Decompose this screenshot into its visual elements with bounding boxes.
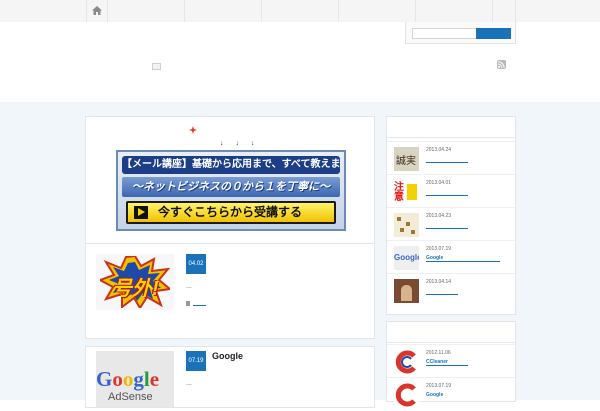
- enroll-button[interactable]: 今すぐこちらから受講する: [126, 201, 336, 224]
- nav-item-6[interactable]: [492, 0, 516, 22]
- search-input[interactable]: [412, 28, 477, 39]
- sidebar-post-date: 2013.07.19: [426, 246, 452, 252]
- sidebar-post-link[interactable]: [426, 294, 458, 295]
- banner-subheadline: 〜ネットビジネスの０から１を丁寧に〜: [122, 177, 340, 197]
- sidebar-post-item[interactable]: 2012.11.06 CCleaner: [387, 344, 515, 378]
- sidebar-thumbnail: [394, 213, 419, 237]
- thumb-mark: [406, 222, 410, 226]
- sidebar-thumbnail: [394, 350, 419, 374]
- sidebar-post-link[interactable]: [426, 195, 468, 196]
- category-link[interactable]: [193, 305, 206, 306]
- top-navigation: [0, 0, 600, 23]
- sidebar-popular-posts: 誠実 2013.04.24 注意 2013.04.01 2013.04.23 G…: [386, 116, 516, 315]
- banner-headline: 【メール講座】基礎から応用まで、すべて教えます！: [122, 156, 340, 174]
- sidebar-post-item[interactable]: 2013.07.19 Google: [387, 377, 515, 411]
- nav-item-1[interactable]: [107, 0, 185, 22]
- main-column: ↓ ↓ ↓ 【メール講座】基礎から応用まで、すべて教えます！ 〜ネットビジネスの…: [85, 116, 375, 408]
- sidebar-heading: [387, 117, 515, 138]
- thumb-mark: [400, 228, 404, 232]
- thumb-mark: [401, 285, 412, 301]
- sidebar-post-item[interactable]: 誠実 2013.04.24: [387, 141, 515, 175]
- header-small-link[interactable]: [152, 63, 161, 70]
- sidebar-post-date: 2013.04.01: [426, 180, 452, 186]
- sidebar-post-item[interactable]: Google 2013.07.19 Google: [387, 240, 515, 274]
- google-logo-text: Google: [96, 367, 160, 391]
- enroll-button-label: 今すぐこちらから受講する: [158, 205, 303, 219]
- warning-mark: [407, 184, 417, 200]
- post-title[interactable]: Google: [212, 351, 243, 361]
- play-icon: [134, 206, 148, 219]
- nav-item-2[interactable]: [184, 0, 262, 22]
- ccleaner-logo: [395, 350, 416, 374]
- extra-edition-text: 号外!: [112, 278, 159, 300]
- post-card: 号外! 04.02 ...: [85, 243, 375, 339]
- post-date-badge: 04.02: [186, 254, 206, 274]
- banner-arrows: ↓ ↓ ↓: [220, 140, 260, 147]
- sidebar-post-link[interactable]: [426, 228, 468, 229]
- spark-icon: [189, 126, 197, 134]
- sidebar-post-item[interactable]: 注意 2013.04.01: [387, 174, 515, 208]
- rss-icon[interactable]: [497, 60, 506, 69]
- sidebar-post-item[interactable]: 2013.04.14: [387, 273, 515, 307]
- sidebar-thumbnail: 注意: [394, 180, 419, 204]
- post-thumbnail[interactable]: Google AdSense: [96, 351, 174, 407]
- sidebar-post-link[interactable]: [426, 162, 468, 163]
- search-box: [405, 22, 516, 44]
- sidebar-post-date: 2013.04.23: [426, 213, 452, 219]
- sidebar-thumbnail: [394, 383, 419, 407]
- search-button[interactable]: [476, 28, 511, 39]
- post-excerpt: ...: [186, 283, 192, 290]
- sidebar-recent-posts: 2012.11.06 CCleaner 2013.07.19 Google: [386, 321, 516, 407]
- ccleaner-logo: [395, 383, 416, 407]
- sidebar-heading: [387, 322, 515, 343]
- nav-item-5[interactable]: [415, 0, 493, 22]
- thumb-text: 注意: [394, 182, 404, 203]
- home-icon: [92, 6, 102, 15]
- course-banner[interactable]: 【メール講座】基礎から応用まで、すべて教えます！ 〜ネットビジネスの０から１を丁…: [116, 150, 346, 231]
- sidebar-post-item[interactable]: 2013.04.23: [387, 207, 515, 241]
- post-thumbnail[interactable]: 号外!: [96, 254, 174, 310]
- thumb-mark: [397, 217, 401, 221]
- sidebar-post-date: 2012.11.06: [426, 350, 451, 356]
- category-icon: [186, 301, 190, 306]
- sidebar-post-link[interactable]: [426, 261, 500, 262]
- post-excerpt: ...: [186, 380, 192, 387]
- nav-item-4[interactable]: [338, 0, 416, 22]
- post-date-badge: 07.19: [186, 351, 206, 371]
- thumb-mark: [411, 230, 415, 234]
- home-button[interactable]: [86, 0, 107, 22]
- sidebar-post-title[interactable]: Google: [426, 392, 443, 398]
- sidebar-post-date: 2013.04.24: [426, 147, 452, 153]
- nav-item-3[interactable]: [261, 0, 339, 22]
- sidebar-thumbnail: 誠実: [394, 147, 419, 171]
- sidebar-post-date: 2013.04.14: [426, 279, 452, 285]
- sidebar-thumbnail: Google: [394, 246, 419, 270]
- banner-card: ↓ ↓ ↓ 【メール講座】基礎から応用まで、すべて教えます！ 〜ネットビジネスの…: [85, 116, 375, 244]
- adsense-text: AdSense: [108, 391, 153, 403]
- thumb-text: Google: [394, 253, 419, 262]
- sidebar-post-date: 2013.07.19: [426, 383, 452, 389]
- post-card: Google AdSense 07.19 Google ...: [85, 346, 375, 408]
- sidebar-thumbnail: [394, 279, 419, 303]
- sidebar-post-link[interactable]: [426, 365, 468, 366]
- thumb-text: 誠実: [396, 156, 416, 167]
